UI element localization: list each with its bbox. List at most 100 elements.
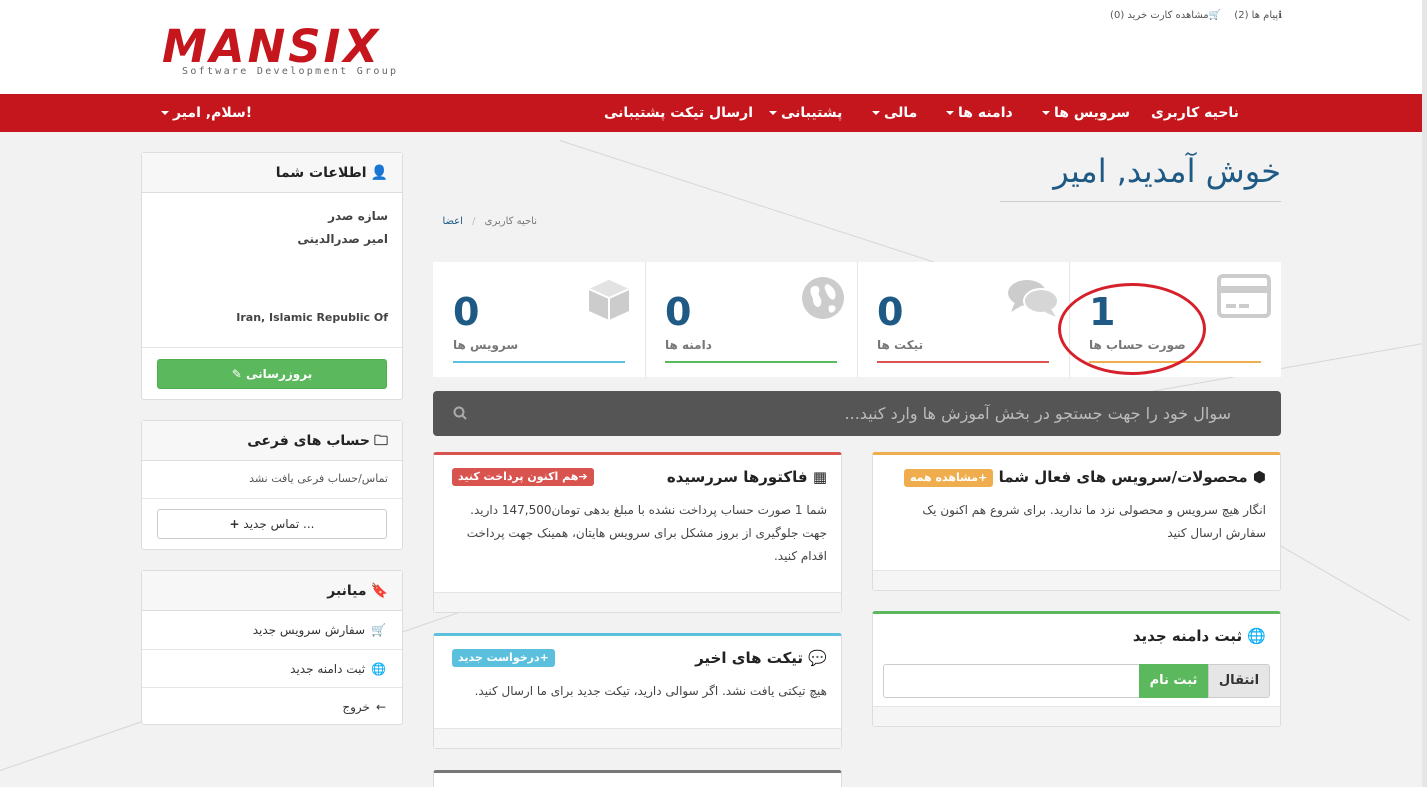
nav-open-ticket[interactable]: ارسال تیکت پشتیبانی [604, 94, 753, 132]
next-card [433, 770, 842, 787]
page-title: خوش آمدید, امیر [1000, 152, 1281, 202]
nav-billing[interactable]: مالی [868, 94, 917, 132]
active-products-card: ⬢ محصولات/سرویس های فعال شما +مشاهده همه… [872, 452, 1281, 591]
breadcrumb-current: اعضا [442, 216, 463, 227]
domain-input[interactable] [883, 664, 1140, 698]
no-contacts-text: تماس/حساب فرعی یافت نشد [142, 461, 402, 499]
card-body: شما 1 صورت حساب پرداخت نشده با مبلغ بدهی… [466, 503, 827, 563]
shortcut-logout[interactable]: ←خروج [142, 687, 402, 725]
card-heading: ⬢ محصولات/سرویس های فعال شما +مشاهده همه [873, 455, 1280, 499]
nav-user-menu[interactable]: سلام, امیر! [157, 94, 252, 132]
client-country: Iran, Islamic Republic Of [236, 311, 388, 324]
stat-bar [877, 361, 1049, 363]
nav-domains[interactable]: دامنه ها [942, 94, 1013, 132]
stat-number: 0 [665, 290, 692, 334]
stat-tile-tickets[interactable]: 0 تیکت ها [857, 262, 1069, 377]
main-navbar: ناحیه کاربری سرویس ها دامنه ها مالی پشتی… [0, 94, 1422, 132]
plus-icon: + [229, 517, 240, 531]
chevron-down-icon [946, 111, 954, 115]
chevron-down-icon [161, 111, 169, 115]
cart-link[interactable]: 🛒مشاهده کارت خرید (0) [1110, 10, 1221, 21]
recent-tickets-card: 💬 تیکت های اخیر +درخواست جدید هیچ تیکتی … [433, 633, 842, 749]
logo[interactable]: MANSIX Software Development Group [162, 24, 422, 84]
card-body: هیچ تیکتی یافت نشد. اگر سوالی دارید، تیک… [474, 684, 827, 698]
card-footer [873, 706, 1280, 726]
credit-card-icon [1217, 274, 1271, 318]
domain-transfer-button[interactable]: انتقال [1208, 664, 1270, 698]
search-icon [453, 406, 467, 420]
domain-register-button[interactable]: ثبت نام [1139, 664, 1208, 698]
stat-bar [453, 361, 625, 363]
card-heading: ▦ فاکتورها سررسیده ➔هم اکنون پرداخت کنید [434, 455, 841, 499]
chevron-down-icon [872, 111, 880, 115]
scrollbar[interactable] [1422, 0, 1427, 787]
client-name: امیر صدرالدینی [297, 232, 388, 246]
pencil-icon: ✎ [231, 367, 242, 381]
chevron-down-icon [1042, 111, 1050, 115]
globe-icon: 🌐 [1247, 627, 1266, 645]
cart-icon: 🛒 [1208, 10, 1222, 21]
comments-icon [1008, 280, 1059, 317]
cube-icon: ⬢ [1252, 468, 1266, 486]
stat-tile-services[interactable]: 0 سرویس ها [433, 262, 645, 377]
logo-text: MANSIX [162, 20, 382, 73]
globe-icon: 🌐 [371, 662, 386, 676]
chevron-down-icon [769, 111, 777, 115]
breadcrumb-sep: / [472, 216, 476, 227]
card-heading: 💬 تیکت های اخیر +درخواست جدید [434, 636, 841, 680]
register-domain-card: 🌐 ثبت دامنه جدید ثبت نام انتقال [872, 611, 1281, 727]
panel-heading: 🗀حساب های فرعی [142, 421, 402, 461]
folder-icon: 🗀 [374, 433, 388, 449]
client-info-body: سازه صدر امیر صدرالدینی Iran, Islamic Re… [142, 193, 402, 348]
sub-accounts-panel: 🗀حساب های فرعی تماس/حساب فرعی یافت نشد +… [141, 420, 403, 550]
shortcuts-panel: 🔖میانبر 🛒سفارش سرویس جدید 🌐ثبت دامنه جدی… [141, 570, 403, 725]
panel-heading: 👤اطلاعات شما [142, 153, 402, 193]
update-info-button[interactable]: ✎ بروزرسانی [157, 359, 387, 389]
comments-icon: 💬 [808, 649, 827, 667]
shortcut-register-domain[interactable]: 🌐ثبت دامنه جدید [142, 649, 402, 687]
breadcrumb-home[interactable]: ناحیه کاربری [485, 216, 537, 227]
nav-support[interactable]: پشتیبانی [765, 94, 842, 132]
card-footer [434, 592, 841, 612]
shortcut-order-service[interactable]: 🛒سفارش سرویس جدید [142, 611, 402, 649]
messages-link[interactable]: ℹپیام ها (2) [1234, 10, 1282, 21]
user-icon: 👤 [370, 165, 388, 181]
client-info-panel: 👤اطلاعات شما سازه صدر امیر صدرالدینی Ira… [141, 152, 403, 400]
stat-label: دامنه ها [665, 338, 712, 352]
nav-home[interactable]: ناحیه کاربری [1151, 94, 1239, 132]
nav-services[interactable]: سرویس ها [1038, 94, 1130, 132]
knowledgebase-search-input[interactable]: سوال خود را جهت جستجو در بخش آموزش ها وا… [433, 391, 1281, 436]
cube-icon [588, 280, 630, 320]
top-links: ℹپیام ها (2) 🛒مشاهده کارت خرید (0) [1090, 10, 1282, 21]
arrow-right-icon: ➔ [578, 470, 588, 483]
card-footer [434, 728, 841, 748]
plus-icon: + [539, 651, 549, 664]
stat-label: تیکت ها [877, 338, 924, 352]
company-name: سازه صدر [328, 209, 388, 223]
cart-icon: 🛒 [371, 623, 386, 637]
card-heading: 🌐 ثبت دامنه جدید [1132, 627, 1266, 645]
stat-bar [665, 361, 837, 363]
search-placeholder: سوال خود را جهت جستجو در بخش آموزش ها وا… [844, 404, 1231, 423]
pay-now-button[interactable]: ➔هم اکنون پرداخت کنید [452, 468, 594, 486]
stat-number: 0 [453, 290, 480, 334]
plus-icon: + [978, 470, 988, 484]
table-icon: ▦ [812, 468, 827, 486]
new-contact-button[interactable]: + تماس جدید ... [157, 509, 387, 539]
stat-number: 0 [877, 290, 904, 334]
panel-heading: 🔖میانبر [142, 571, 402, 611]
overdue-invoices-card: ▦ فاکتورها سررسیده ➔هم اکنون پرداخت کنید… [433, 452, 842, 613]
highlight-annotation [1058, 283, 1206, 375]
logo-tagline: Software Development Group [182, 66, 399, 77]
stat-tile-domains[interactable]: 0 دامنه ها [645, 262, 857, 377]
info-icon: ℹ [1278, 10, 1282, 21]
site-header: MANSIX Software Development Group ℹپیام … [0, 0, 1422, 94]
card-footer [873, 570, 1280, 590]
new-ticket-button[interactable]: +درخواست جدید [452, 649, 555, 667]
globe-icon [802, 277, 844, 319]
arrow-left-icon: ← [375, 700, 386, 714]
view-all-button[interactable]: +مشاهده همه [904, 468, 994, 487]
bookmark-icon: 🔖 [370, 583, 388, 599]
stat-label: سرویس ها [453, 338, 519, 352]
card-body: انگار هیچ سرویس و محصولی نزد ما ندارید. … [922, 503, 1266, 540]
